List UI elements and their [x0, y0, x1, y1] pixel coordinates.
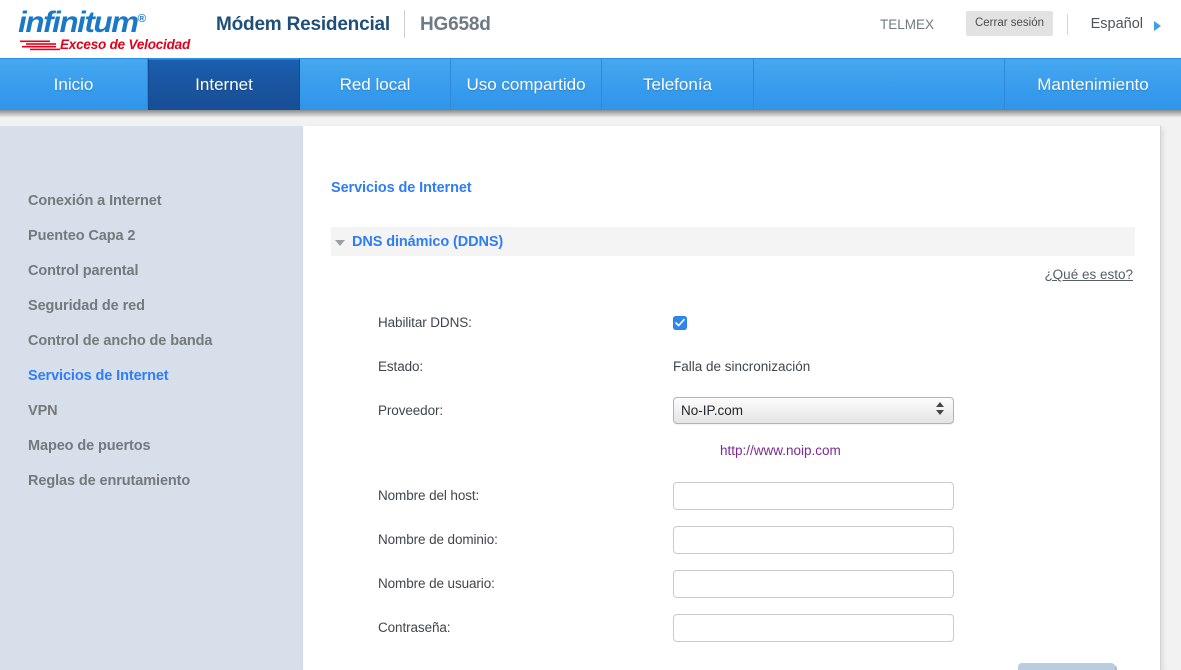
logo-tagline-wrap: Exceso de Velocidad: [16, 37, 202, 53]
chevron-right-icon[interactable]: [1154, 21, 1161, 31]
username-label: Nombre de usuario:: [378, 576, 495, 591]
provider-selected-value: No-IP.com: [681, 403, 744, 418]
provider-website-link[interactable]: http://www.noip.com: [720, 443, 841, 458]
help-link-row: ¿Qué es esto?: [331, 266, 1135, 284]
form-row-enable-ddns: Habilitar DDNS:: [331, 305, 1135, 340]
logo-tagline: Exceso de Velocidad: [60, 37, 191, 52]
provider-label: Proveedor:: [378, 403, 444, 418]
domain-input[interactable]: [673, 525, 954, 554]
form-row-domain: Nombre de dominio:: [331, 522, 1135, 557]
sidebar-item-control-de-ancho-de-banda[interactable]: Control de ancho de banda: [0, 324, 303, 359]
arrow-up-icon: [936, 402, 944, 407]
check-icon: [675, 318, 685, 326]
model-name: HG658d: [420, 14, 491, 35]
provider-select[interactable]: No-IP.com: [673, 397, 954, 424]
nav-shadow: [0, 110, 1181, 117]
language-selector[interactable]: Español: [1091, 16, 1143, 32]
nav-spacer: [754, 59, 1005, 110]
header-divider-2: [1067, 14, 1068, 35]
registered-mark-icon: ®: [137, 13, 146, 25]
nav-tab-inicio[interactable]: Inicio: [0, 59, 148, 111]
infinitum-logo[interactable]: infinitum® Exceso de Velocidad: [16, 4, 202, 53]
main-navigation: Inicio Internet Red local Uso compartido…: [0, 58, 1181, 111]
form-row-hostname: Nombre del host:: [331, 478, 1135, 513]
password-input[interactable]: [673, 613, 954, 642]
enable-ddns-label: Habilitar DDNS:: [378, 315, 472, 330]
logo-wordmark: infinitum®: [16, 4, 209, 38]
sidebar-item-conexion-a-internet[interactable]: Conexión a Internet: [0, 184, 303, 219]
form-row-provider: Proveedor: No-IP.com: [331, 393, 1135, 428]
nav-tab-internet[interactable]: Internet: [148, 59, 300, 111]
page-header: infinitum® Exceso de Velocidad Módem Res…: [0, 0, 1181, 58]
arrow-down-icon: [936, 410, 944, 415]
hostname-label: Nombre del host:: [378, 488, 480, 503]
username-control: [673, 569, 1135, 598]
logo-word-text: infinitum: [18, 6, 139, 39]
form-actions: Guardar: [331, 663, 1135, 670]
username-input[interactable]: [673, 569, 954, 598]
content-inner: Servicios de Internet DNS dinámico (DDNS…: [304, 126, 1160, 670]
speed-lines-icon: [20, 40, 60, 51]
sidebar-item-servicios-de-internet[interactable]: Servicios de Internet: [0, 359, 303, 394]
content-panel: Servicios de Internet DNS dinámico (DDNS…: [303, 126, 1161, 670]
hostname-control: [673, 481, 1135, 510]
form-row-password: Contraseña:: [331, 610, 1135, 645]
form-row-status: Estado: Falla de sincronización: [331, 349, 1135, 384]
account-name: TELMEX: [879, 17, 934, 32]
ddns-section-title: DNS dinámico (DDNS): [352, 233, 504, 250]
password-control: [673, 613, 1135, 642]
form-row-username: Nombre de usuario:: [331, 566, 1135, 601]
form-row-provider-url: http://www.noip.com: [331, 437, 1135, 464]
password-label: Contraseña:: [378, 620, 451, 635]
logout-button[interactable]: Cerrar sesión: [965, 11, 1053, 36]
sidebar-item-reglas-de-enrutamiento[interactable]: Reglas de enrutamiento: [0, 464, 303, 499]
nav-tab-uso-compartido[interactable]: Uso compartido: [451, 59, 602, 111]
domain-label: Nombre de dominio:: [378, 532, 498, 547]
ddns-form: Habilitar DDNS: Estado: Falla de sincron…: [331, 305, 1135, 670]
nav-tab-telefonia[interactable]: Telefonía: [602, 59, 754, 111]
sidebar-item-mapeo-de-puertos[interactable]: Mapeo de puertos: [0, 429, 303, 464]
nav-tab-mantenimiento[interactable]: Mantenimiento: [1005, 59, 1181, 111]
modem-admin-page: infinitum® Exceso de Velocidad Módem Res…: [0, 0, 1181, 670]
chevron-down-icon[interactable]: [335, 239, 345, 246]
enable-ddns-control: [673, 315, 1135, 330]
header-divider: [404, 10, 405, 38]
page-body: Conexión a Internet Puenteo Capa 2 Contr…: [0, 117, 1181, 670]
status-value: Falla de sincronización: [673, 359, 811, 374]
save-button[interactable]: Guardar: [1018, 663, 1115, 670]
ddns-section-header[interactable]: DNS dinámico (DDNS): [331, 227, 1135, 256]
nav-tab-red-local[interactable]: Red local: [300, 59, 451, 111]
provider-control: No-IP.com: [673, 397, 1135, 424]
hostname-input[interactable]: [673, 481, 954, 510]
what-is-this-link[interactable]: ¿Qué es esto?: [1044, 267, 1133, 282]
domain-control: [673, 525, 1135, 554]
select-arrows-icon[interactable]: [936, 402, 944, 415]
product-title: Módem Residencial: [216, 14, 390, 35]
sidebar-item-puenteo-capa-2[interactable]: Puenteo Capa 2: [0, 219, 303, 254]
sidebar-item-control-parental[interactable]: Control parental: [0, 254, 303, 289]
sidebar-item-seguridad-de-red[interactable]: Seguridad de red: [0, 289, 303, 324]
status-control: Falla de sincronización: [673, 359, 1135, 374]
status-label: Estado:: [378, 359, 424, 374]
sidebar: Conexión a Internet Puenteo Capa 2 Contr…: [0, 126, 303, 670]
enable-ddns-checkbox[interactable]: [673, 315, 687, 330]
page-title: Servicios de Internet: [331, 180, 472, 196]
sidebar-item-vpn[interactable]: VPN: [0, 394, 303, 429]
